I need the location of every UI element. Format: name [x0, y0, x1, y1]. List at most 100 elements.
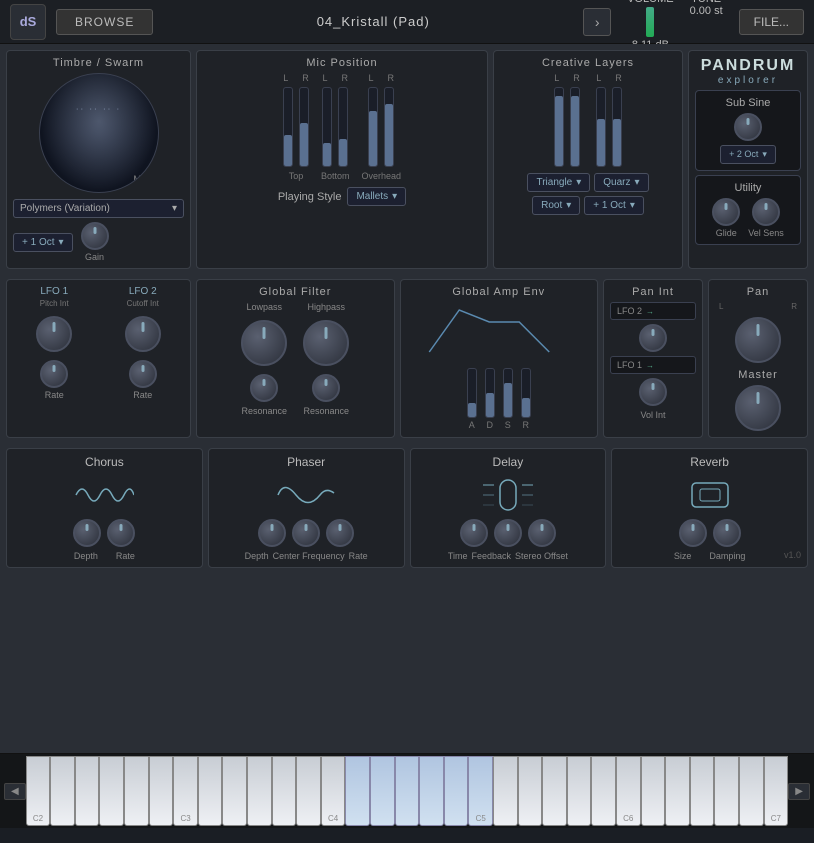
- chorus-depth-knob[interactable]: [73, 519, 101, 547]
- white-key-26[interactable]: [641, 756, 666, 826]
- global-filter-section: Global Filter Lowpass Resonance Highpass…: [196, 279, 395, 438]
- vel-sens-knob[interactable]: [752, 198, 780, 226]
- amp-r-slider[interactable]: [521, 368, 531, 418]
- sub-sine-knob[interactable]: [734, 113, 762, 141]
- mic-bottom-r-slider[interactable]: [338, 87, 348, 167]
- lfo2-col: LFO 2 Cutoff Int Rate: [102, 286, 185, 400]
- oct-button[interactable]: + 1 Oct ▾: [13, 233, 73, 252]
- pan-knob[interactable]: [735, 317, 781, 363]
- white-key-11[interactable]: [272, 756, 297, 826]
- glide-knob[interactable]: [712, 198, 740, 226]
- lfo2-rate-knob[interactable]: [129, 360, 157, 388]
- chevron-down-icon-ss: ▾: [762, 149, 767, 160]
- amp-d-label: D: [487, 420, 494, 430]
- white-key-16[interactable]: [395, 756, 420, 826]
- keyboard-left-btn[interactable]: ◀: [4, 783, 26, 800]
- highpass-label: Highpass: [307, 302, 345, 312]
- pan-lfo1-knob[interactable]: [639, 378, 667, 406]
- creative-l2-l[interactable]: [596, 87, 606, 167]
- white-key-22[interactable]: [542, 756, 567, 826]
- phaser-icon: [276, 475, 336, 515]
- layer1-type-dropdown[interactable]: Triangle ▾: [527, 173, 590, 192]
- white-key-25[interactable]: C6: [616, 756, 641, 826]
- amp-a-slider[interactable]: [467, 368, 477, 418]
- mic-top-l-slider[interactable]: [283, 87, 293, 167]
- arrow-button[interactable]: ›: [583, 8, 611, 36]
- white-key-2[interactable]: [50, 756, 75, 826]
- mic-overhead-lr: LR: [368, 73, 394, 83]
- playing-style-dropdown[interactable]: Mallets ▾: [347, 187, 406, 206]
- lowpass-knob[interactable]: [241, 320, 287, 366]
- browse-button[interactable]: BROWSE: [56, 9, 153, 35]
- keyboard-right-btn[interactable]: ▶: [788, 783, 810, 800]
- creative-l1-r[interactable]: [570, 87, 580, 167]
- white-key-12[interactable]: [296, 756, 321, 826]
- creative-sliders: LR LR: [500, 73, 676, 167]
- lowpass-res-knob[interactable]: [250, 374, 278, 402]
- mic-top-r-slider[interactable]: [299, 87, 309, 167]
- white-key-18[interactable]: [444, 756, 469, 826]
- timbre-section: Timbre / Swarm MW Polymers (Variation) ▾…: [6, 50, 191, 269]
- chorus-rate-knob[interactable]: [107, 519, 135, 547]
- sub-sine-oct-btn[interactable]: + 2 Oct ▾: [720, 145, 776, 164]
- white-key-28[interactable]: [690, 756, 715, 826]
- white-key-15[interactable]: [370, 756, 395, 826]
- white-key-27[interactable]: [665, 756, 690, 826]
- master-knob[interactable]: [735, 385, 781, 431]
- layer2-oct-dropdown[interactable]: + 1 Oct ▾: [584, 196, 644, 215]
- white-key-13[interactable]: C4: [321, 756, 346, 826]
- reverb-damping-knob[interactable]: [713, 519, 741, 547]
- white-key-9[interactable]: [222, 756, 247, 826]
- creative-l1-l[interactable]: [554, 87, 564, 167]
- layer1-root-dropdown[interactable]: Root ▾: [532, 196, 580, 215]
- highpass-res-knob[interactable]: [312, 374, 340, 402]
- white-key-4[interactable]: [99, 756, 124, 826]
- creative-l2-r[interactable]: [612, 87, 622, 167]
- mic-bottom-l-slider[interactable]: [322, 87, 332, 167]
- highpass-knob[interactable]: [303, 320, 349, 366]
- timbre-preset-dropdown[interactable]: Polymers (Variation) ▾: [13, 199, 184, 218]
- delay-feedback-knob[interactable]: [494, 519, 522, 547]
- lfo2-pan-label: LFO 2: [617, 306, 642, 316]
- file-button[interactable]: FILE...: [739, 9, 804, 35]
- white-key-29[interactable]: [714, 756, 739, 826]
- mic-title: Mic Position: [203, 57, 481, 69]
- white-key-14[interactable]: [345, 756, 370, 826]
- white-key-24[interactable]: [591, 756, 616, 826]
- white-key-17[interactable]: [419, 756, 444, 826]
- white-key-8[interactable]: [198, 756, 223, 826]
- white-key-10[interactable]: [247, 756, 272, 826]
- phaser-center-knob[interactable]: [292, 519, 320, 547]
- lfo2-int-knob[interactable]: [125, 316, 161, 352]
- lfo1-rate-knob[interactable]: [40, 360, 68, 388]
- gain-knob[interactable]: [81, 222, 109, 250]
- white-key-19[interactable]: C5: [468, 756, 493, 826]
- white-key-7[interactable]: C3: [173, 756, 198, 826]
- layer2-type-dropdown[interactable]: Quarz ▾: [594, 173, 648, 192]
- playing-style-label: Playing Style: [278, 191, 342, 203]
- chorus-icon: [74, 475, 134, 515]
- pan-lfo2-knob[interactable]: [639, 324, 667, 352]
- amp-s-slider[interactable]: [503, 368, 513, 418]
- mic-overhead-label: Overhead: [361, 171, 401, 181]
- phaser-depth-knob[interactable]: [258, 519, 286, 547]
- white-key-23[interactable]: [567, 756, 592, 826]
- phaser-rate-knob[interactable]: [326, 519, 354, 547]
- amp-s-col: S: [503, 368, 513, 430]
- white-key-6[interactable]: [149, 756, 174, 826]
- oct-value: + 1 Oct: [22, 237, 55, 248]
- white-key-20[interactable]: [493, 756, 518, 826]
- white-key-1[interactable]: C2: [26, 756, 51, 826]
- mic-overhead-r-slider[interactable]: [384, 87, 394, 167]
- mic-overhead-l-slider[interactable]: [368, 87, 378, 167]
- white-key-5[interactable]: [124, 756, 149, 826]
- delay-stereo-knob[interactable]: [528, 519, 556, 547]
- reverb-size-knob[interactable]: [679, 519, 707, 547]
- delay-time-knob[interactable]: [460, 519, 488, 547]
- white-key-21[interactable]: [518, 756, 543, 826]
- white-key-30[interactable]: [739, 756, 764, 826]
- white-key-31[interactable]: C7: [764, 756, 789, 826]
- amp-d-slider[interactable]: [485, 368, 495, 418]
- white-key-3[interactable]: [75, 756, 100, 826]
- lfo1-int-knob[interactable]: [36, 316, 72, 352]
